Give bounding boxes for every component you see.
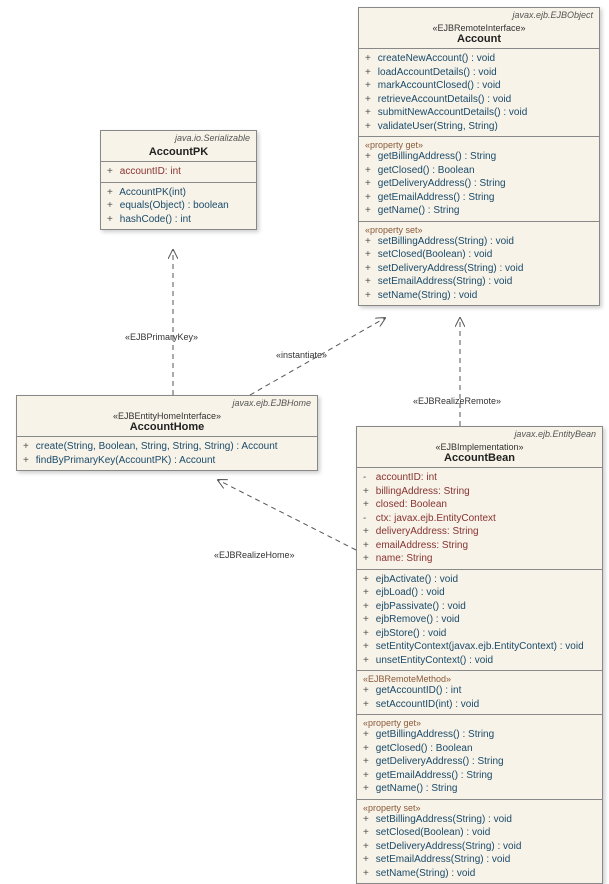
operation: + retrieveAccountDetails() : void: [359, 93, 599, 107]
operation: + setName(String) : void: [359, 289, 599, 303]
operation: + getDeliveryAddress() : String: [357, 755, 602, 769]
attribute: + closed: Boolean: [357, 498, 602, 512]
propset-section: «property set» + setBillingAddress(Strin…: [357, 800, 602, 884]
operation: + getName() : String: [357, 782, 602, 796]
operation: + setDeliveryAddress(String) : void: [359, 262, 599, 276]
attribute: + deliveryAddress: String: [357, 525, 602, 539]
operation: + getEmailAddress() : String: [357, 769, 602, 783]
operation: + getBillingAddress() : String: [359, 150, 599, 164]
propget-section: «property get» + getBillingAddress() : S…: [359, 137, 599, 222]
operation: + AccountPK(int): [101, 186, 256, 200]
label-ejbprimarykey: «EJBPrimaryKey»: [125, 332, 198, 342]
propset-section: «property set» + setBillingAddress(Strin…: [359, 222, 599, 306]
operations-section: + AccountPK(int)+ equals(Object) : boole…: [101, 183, 256, 230]
attribute: - ctx: javax.ejb.EntityContext: [357, 512, 602, 526]
operation: + ejbLoad() : void: [357, 586, 602, 600]
propget-section: «property get» + getBillingAddress() : S…: [357, 715, 602, 800]
class-header: «EJBImplementation» AccountBean: [357, 439, 602, 468]
class-accountbean[interactable]: javax.ejb.EntityBean «EJBImplementation»…: [356, 426, 603, 884]
operation: + loadAccountDetails() : void: [359, 66, 599, 80]
class-accountpk[interactable]: java.io.Serializable AccountPK + account…: [100, 130, 257, 230]
attribute: + emailAddress: String: [357, 539, 602, 553]
operation: + getBillingAddress() : String: [357, 728, 602, 742]
operation: + setName(String) : void: [357, 867, 602, 881]
class-name: AccountHome: [23, 421, 311, 433]
label-ejbrealizehome: «EJBRealizeHome»: [214, 550, 295, 560]
operation: + hashCode() : int: [101, 213, 256, 227]
section-label: «EJBRemoteMethod»: [357, 674, 602, 684]
section-label: «property set»: [357, 803, 602, 813]
operation: + validateUser(String, String): [359, 120, 599, 134]
operations-section: + createNewAccount() : void+ loadAccount…: [359, 49, 599, 137]
operation: + unsetEntityContext() : void: [357, 654, 602, 668]
operation: + ejbActivate() : void: [357, 573, 602, 587]
operation: + setAccountID(int) : void: [357, 698, 602, 712]
extends-label: javax.ejb.EJBObject: [359, 8, 599, 20]
operation: + createNewAccount() : void: [359, 52, 599, 66]
operation: + setEntityContext(javax.ejb.EntityConte…: [357, 640, 602, 654]
operation: + getClosed() : Boolean: [359, 164, 599, 178]
attributes-section: + accountID: int: [101, 162, 256, 183]
operation: + findByPrimaryKey(AccountPK) : Account: [17, 454, 317, 468]
attribute: + billingAddress: String: [357, 485, 602, 499]
operation: + equals(Object) : boolean: [101, 199, 256, 213]
class-header: «EJBEntityHomeInterface» AccountHome: [17, 408, 317, 437]
operation: + ejbStore() : void: [357, 627, 602, 641]
operation: + setEmailAddress(String) : void: [357, 853, 602, 867]
extends-label: javax.ejb.EntityBean: [357, 427, 602, 439]
operation: + ejbPassivate() : void: [357, 600, 602, 614]
section-label: «property set»: [359, 225, 599, 235]
attribute: - accountID: int: [357, 471, 602, 485]
operation: + getClosed() : Boolean: [357, 742, 602, 756]
operation: + getDeliveryAddress() : String: [359, 177, 599, 191]
operation: + submitNewAccountDetails() : void: [359, 106, 599, 120]
operation: + getName() : String: [359, 204, 599, 218]
operation: + markAccountClosed() : void: [359, 79, 599, 93]
attribute: + name: String: [357, 552, 602, 566]
operations-section: + create(String, Boolean, String, String…: [17, 437, 317, 470]
attribute: + accountID: int: [101, 165, 256, 179]
attributes-section: - accountID: int+ billingAddress: String…: [357, 468, 602, 570]
class-header: AccountPK: [101, 143, 256, 162]
operation: + setDeliveryAddress(String) : void: [357, 840, 602, 854]
class-header: «EJBRemoteInterface» Account: [359, 20, 599, 49]
class-name: AccountBean: [363, 452, 596, 464]
section-label: «property get»: [359, 140, 599, 150]
class-accounthome[interactable]: javax.ejb.EJBHome «EJBEntityHomeInterfac…: [16, 395, 318, 471]
operation: + getAccountID() : int: [357, 684, 602, 698]
operation: + setClosed(Boolean) : void: [357, 826, 602, 840]
operation: + setBillingAddress(String) : void: [359, 235, 599, 249]
class-name: Account: [365, 33, 593, 45]
extends-label: javax.ejb.EJBHome: [17, 396, 317, 408]
stereotype: «EJBImplementation»: [363, 442, 596, 452]
class-name: AccountPK: [107, 146, 250, 158]
operations-section: + ejbActivate() : void+ ejbLoad() : void…: [357, 570, 602, 672]
remotemethod-section: «EJBRemoteMethod» + getAccountID() : int…: [357, 671, 602, 715]
stereotype: «EJBEntityHomeInterface»: [23, 411, 311, 421]
label-ejbrealizeremote: «EJBRealizeRemote»: [413, 396, 501, 406]
operation: + setClosed(Boolean) : void: [359, 248, 599, 262]
label-instantiate: «instantiate»: [276, 350, 327, 360]
operation: + create(String, Boolean, String, String…: [17, 440, 317, 454]
operation: + getEmailAddress() : String: [359, 191, 599, 205]
stereotype: «EJBRemoteInterface»: [365, 23, 593, 33]
operation: + ejbRemove() : void: [357, 613, 602, 627]
section-label: «property get»: [357, 718, 602, 728]
operation: + setEmailAddress(String) : void: [359, 275, 599, 289]
operation: + setBillingAddress(String) : void: [357, 813, 602, 827]
class-account[interactable]: javax.ejb.EJBObject «EJBRemoteInterface»…: [358, 7, 600, 306]
extends-label: java.io.Serializable: [101, 131, 256, 143]
